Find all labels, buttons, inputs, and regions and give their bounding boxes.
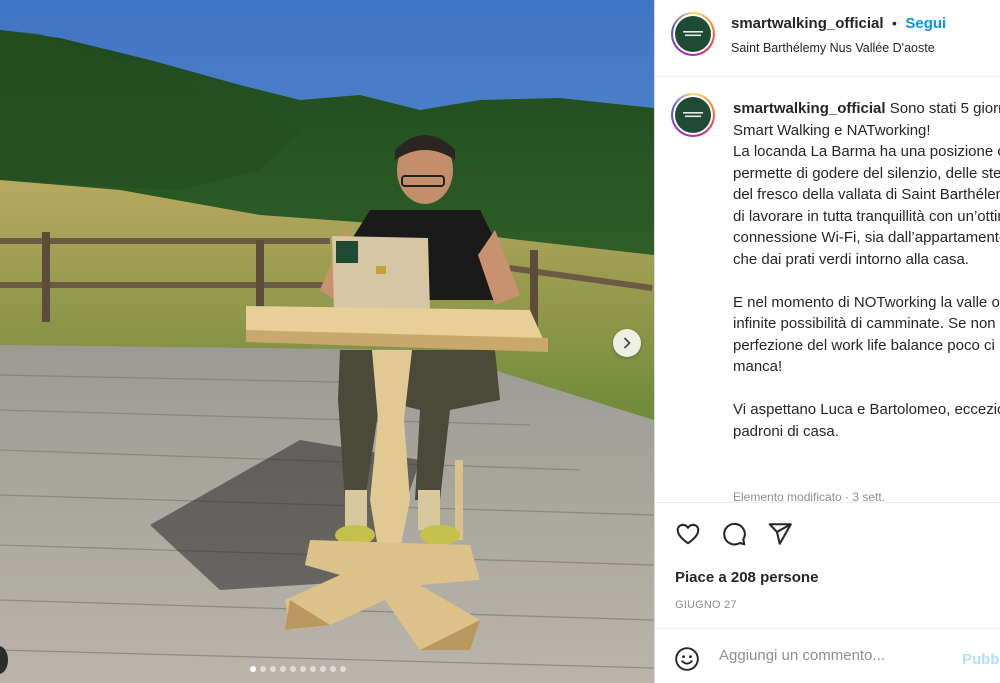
- post-location[interactable]: Saint Barthélemy Nus Vallée D'aoste: [731, 41, 935, 55]
- carousel-dot: [270, 666, 276, 672]
- carousel-dot: [340, 666, 346, 672]
- brand-logo-icon: [675, 97, 711, 133]
- post-media[interactable]: [0, 0, 654, 683]
- post-header: smartwalking_official • Segui Saint Bart…: [655, 0, 1000, 77]
- carousel-dot: [300, 666, 306, 672]
- likes-count[interactable]: Piace a 208 persone: [675, 569, 818, 586]
- follow-button[interactable]: Segui: [905, 15, 946, 32]
- caption-body: Sono stati 5 giorni di Smart Walking e N…: [733, 100, 1000, 440]
- paper-plane-icon: [768, 523, 792, 545]
- comment-input[interactable]: [719, 647, 959, 664]
- avatar[interactable]: [671, 12, 715, 56]
- post-actions: Piace a 208 persone GIUGNO 27: [655, 502, 1000, 627]
- carousel-dot: [310, 666, 316, 672]
- carousel-dot: [280, 666, 286, 672]
- carousel-dot: [260, 666, 266, 672]
- chevron-right-icon: [624, 337, 631, 349]
- like-button[interactable]: [675, 521, 701, 552]
- brand-logo-icon: [675, 16, 711, 52]
- publish-button[interactable]: Pubblica: [962, 651, 1000, 668]
- follow-separator: •: [892, 15, 897, 31]
- share-button[interactable]: [767, 521, 793, 552]
- carousel-dot: [290, 666, 296, 672]
- carousel-dot: [320, 666, 326, 672]
- smiley-icon: [675, 647, 699, 671]
- post-date[interactable]: GIUGNO 27: [675, 599, 737, 611]
- caption-avatar[interactable]: [671, 93, 715, 137]
- emoji-button[interactable]: [674, 646, 700, 677]
- post-username[interactable]: smartwalking_official: [731, 15, 884, 32]
- caption-text: smartwalking_official Sono stati 5 giorn…: [733, 98, 1000, 442]
- next-photo-button[interactable]: [613, 329, 641, 357]
- comment-button[interactable]: [721, 521, 747, 552]
- comment-bar: Pubblica: [655, 628, 1000, 683]
- edited-label: Elemento modificato · 3 sett.: [733, 490, 886, 502]
- caption-username[interactable]: smartwalking_official: [733, 100, 886, 117]
- carousel-indicator: [250, 666, 346, 672]
- carousel-dot: [250, 666, 256, 672]
- post-photo: [0, 0, 654, 683]
- comment-bubble-icon: [723, 522, 746, 546]
- post-details-panel: smartwalking_official • Segui Saint Bart…: [654, 0, 1000, 683]
- caption-area: smartwalking_official Sono stati 5 giorn…: [655, 78, 1000, 502]
- heart-icon: [676, 523, 700, 545]
- carousel-dot: [330, 666, 336, 672]
